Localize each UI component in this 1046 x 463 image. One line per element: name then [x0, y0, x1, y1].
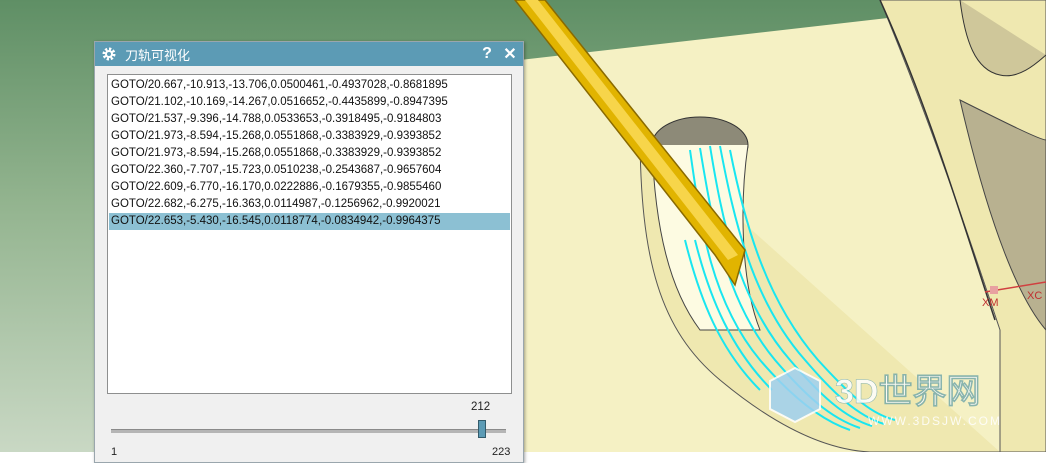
goto-list[interactable]: GOTO/20.667,-10.913,-13.706,0.0500461,-0… [107, 74, 512, 394]
list-item[interactable]: GOTO/22.360,-7.707,-15.723,0.0510238,-0.… [109, 162, 510, 179]
list-item[interactable]: GOTO/22.682,-6.275,-16.363,0.0114987,-0.… [109, 196, 510, 213]
gear-icon[interactable] [101, 46, 117, 62]
watermark-url: WWW.3DSJW.COM [868, 414, 1002, 428]
dialog-title: 刀轨可视化 [125, 47, 191, 63]
slider-max-label: 223 [492, 446, 511, 458]
watermark-logo-icon [769, 366, 821, 424]
axis-origin [990, 286, 998, 294]
slider-value: 212 [471, 401, 491, 413]
list-item[interactable]: GOTO/22.609,-6.770,-16.170,0.0222886,-0.… [109, 179, 510, 196]
slider-track[interactable] [111, 429, 506, 433]
help-button[interactable]: ? [477, 44, 497, 64]
slider-min-label: 1 [111, 446, 118, 458]
list-item[interactable]: GOTO/21.973,-8.594,-15.268,0.0551868,-0.… [109, 145, 510, 162]
watermark-brand: 3D世界网 [835, 373, 980, 411]
list-item[interactable]: GOTO/20.667,-10.913,-13.706,0.0500461,-0… [109, 77, 510, 94]
slider-handle[interactable] [478, 420, 486, 438]
list-item[interactable]: GOTO/21.102,-10.169,-14.267,0.0516652,-0… [109, 94, 510, 111]
list-item[interactable]: GOTO/21.537,-9.396,-14.788,0.0533653,-0.… [109, 111, 510, 128]
list-item-selected[interactable]: GOTO/22.653,-5.430,-16.545,0.0118774,-0.… [109, 213, 510, 230]
toolpath-visualization-dialog: 刀轨可视化 ? ✕ GOTO/20.667,-10.913,-13.706,0.… [94, 41, 524, 463]
list-item[interactable]: GOTO/21.973,-8.594,-15.268,0.0551868,-0.… [109, 128, 510, 145]
axis-xc-label: XC [1027, 290, 1042, 302]
dialog-titlebar[interactable]: 刀轨可视化 ? ✕ [95, 42, 523, 66]
close-button[interactable]: ✕ [500, 44, 520, 64]
axis-xm-label: XM [982, 297, 999, 309]
